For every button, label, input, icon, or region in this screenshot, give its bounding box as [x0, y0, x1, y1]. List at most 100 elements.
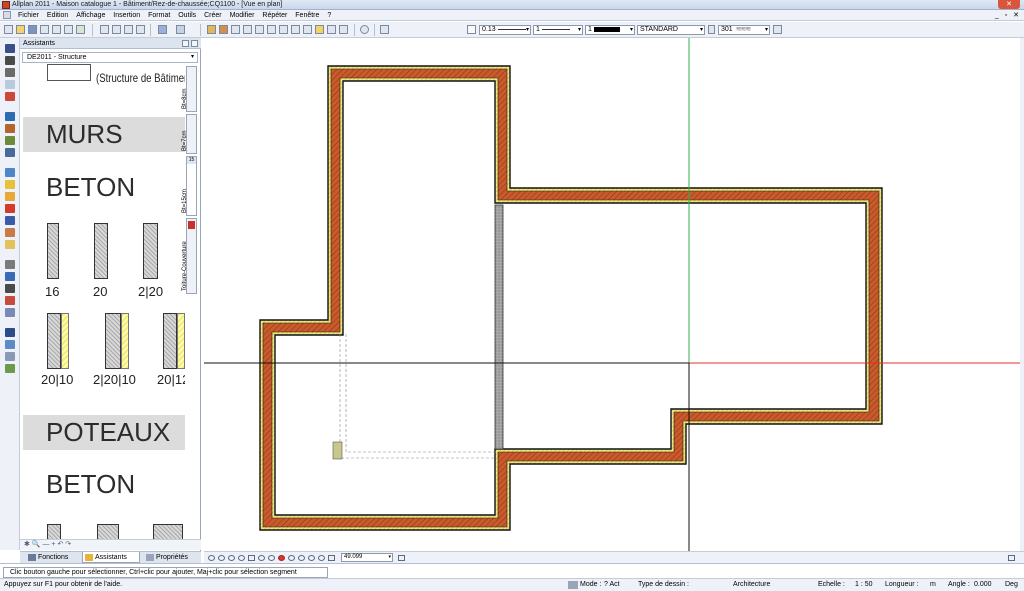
- globe-icon[interactable]: [360, 25, 369, 34]
- previous-view-icon[interactable]: [288, 555, 295, 561]
- print-preview-icon[interactable]: [52, 25, 61, 34]
- cut-icon[interactable]: [100, 25, 109, 34]
- pen-tool-icon[interactable]: [5, 92, 15, 101]
- menu-edition[interactable]: Edition: [44, 10, 71, 21]
- mode-value[interactable]: ? Act: [604, 579, 620, 591]
- panel-close-icon[interactable]: [191, 40, 198, 47]
- wall-2-20-10-thumb[interactable]: [105, 313, 121, 369]
- panel-zoom-controls[interactable]: ✱ 🔍 — + ↶ ↷: [20, 539, 201, 550]
- dimension-tool-icon[interactable]: [5, 68, 15, 77]
- highlight-icon[interactable]: [315, 25, 324, 34]
- menu-fenetre[interactable]: Fenêtre: [292, 10, 322, 21]
- door-tool-icon[interactable]: [5, 228, 15, 237]
- fileset-icon[interactable]: [243, 25, 252, 34]
- drawing-canvas[interactable]: [204, 38, 1020, 551]
- stair-tool-icon[interactable]: [5, 180, 15, 189]
- layers-icon[interactable]: [219, 25, 228, 34]
- menu-modifier[interactable]: Modifier: [227, 10, 258, 21]
- zoom-in-icon[interactable]: [218, 555, 225, 561]
- zoom-icon[interactable]: [380, 25, 389, 34]
- drawing-files-icon[interactable]: [207, 25, 216, 34]
- line-tool-icon[interactable]: [5, 44, 15, 53]
- scale-value[interactable]: 1 : 50: [855, 579, 873, 591]
- clipboard-icon[interactable]: [398, 555, 405, 561]
- measure-tool-icon[interactable]: [5, 328, 15, 337]
- print-icon[interactable]: [40, 25, 49, 34]
- assistant-selector[interactable]: DE2011 - Structure ▾: [22, 52, 198, 63]
- tab-bt-15cm[interactable]: Bt=15cm 15: [182, 156, 197, 216]
- format-properties-icon[interactable]: [773, 25, 782, 34]
- redo-icon[interactable]: [176, 25, 185, 34]
- zoom-window-icon[interactable]: [228, 555, 235, 561]
- wall-20-12-thumb[interactable]: [163, 313, 177, 369]
- next-view-icon[interactable]: [298, 555, 305, 561]
- modify-tool-icon[interactable]: [5, 260, 15, 269]
- pen-thickness-dropdown[interactable]: 0.13 ▾: [479, 25, 531, 35]
- delete-tool-icon[interactable]: [5, 296, 15, 305]
- roof-tool-icon[interactable]: [5, 168, 15, 177]
- query-tool-icon[interactable]: [5, 340, 15, 349]
- sum-tool-icon[interactable]: [5, 352, 15, 361]
- menu-affichage[interactable]: Affichage: [73, 10, 108, 21]
- plan-icon[interactable]: [279, 25, 288, 34]
- tab-assistants[interactable]: Assistants: [82, 552, 140, 563]
- wall-2-20-thumb[interactable]: [143, 223, 158, 279]
- surface-tool-icon[interactable]: [5, 204, 15, 213]
- menu-outils[interactable]: Outils: [175, 10, 199, 21]
- slab-tool-icon[interactable]: [5, 148, 15, 157]
- export-icon[interactable]: [76, 25, 85, 34]
- save-icon[interactable]: [28, 25, 37, 34]
- menu-repeter[interactable]: Répéter: [259, 10, 290, 21]
- zoom-minus-icon[interactable]: [268, 555, 275, 561]
- zoom-scale-dropdown[interactable]: 49.099 ▾: [341, 553, 393, 562]
- length-unit[interactable]: m: [930, 579, 936, 591]
- resources-icon[interactable]: [267, 25, 276, 34]
- menu-format[interactable]: Format: [145, 10, 173, 21]
- mirror-tool-icon[interactable]: [5, 308, 15, 317]
- view-type-icon[interactable]: [328, 555, 335, 561]
- copy-icon[interactable]: [112, 25, 121, 34]
- tab-toiture-couverture[interactable]: Toiture-Couverture: [182, 218, 197, 294]
- opening-tool-icon[interactable]: [5, 136, 15, 145]
- wall-16-thumb[interactable]: [47, 223, 59, 279]
- tab-fonctions[interactable]: Fonctions: [26, 552, 80, 563]
- cube-icon[interactable]: [339, 25, 348, 34]
- eyedropper-icon[interactable]: [467, 25, 476, 34]
- plot-icon[interactable]: [64, 25, 73, 34]
- menu-creer[interactable]: Créer: [201, 10, 225, 21]
- zoom-plus-icon[interactable]: [258, 555, 265, 561]
- redo-view-icon[interactable]: [318, 555, 325, 561]
- pattern-lock-icon[interactable]: [708, 25, 715, 34]
- selected-column-preview[interactable]: [332, 441, 343, 460]
- layout-icon[interactable]: [231, 25, 240, 34]
- hatch-dropdown[interactable]: 301 ≋≋≋ ▾: [718, 25, 770, 35]
- new-file-icon[interactable]: [4, 25, 13, 34]
- window-tile-icon[interactable]: [1008, 555, 1015, 561]
- paste-icon[interactable]: [124, 25, 133, 34]
- window-tool-icon[interactable]: [5, 216, 15, 225]
- menu-fichier[interactable]: Fichier: [15, 10, 42, 21]
- hatch-tool-icon[interactable]: [5, 80, 15, 89]
- menu-help[interactable]: ?: [324, 10, 334, 21]
- copy-tool-icon[interactable]: [5, 272, 15, 281]
- layer-dropdown[interactable]: STANDARD ▾: [637, 25, 705, 35]
- structure-icon[interactable]: [255, 25, 264, 34]
- room-tool-icon[interactable]: [5, 192, 15, 201]
- menu-insertion[interactable]: Insertion: [110, 10, 143, 21]
- format-painter-icon[interactable]: [136, 25, 145, 34]
- column-tool-icon[interactable]: [5, 124, 15, 133]
- undo-view-icon[interactable]: [308, 555, 315, 561]
- open-folder-icon[interactable]: [16, 25, 25, 34]
- view-icon[interactable]: [303, 25, 312, 34]
- interior-concrete-wall[interactable]: [494, 204, 504, 450]
- wall-tool-icon[interactable]: [5, 112, 15, 121]
- undo-icon[interactable]: [158, 25, 167, 34]
- wall-20-10-thumb[interactable]: [47, 313, 61, 369]
- tab-bt-7cm[interactable]: Bt=7cm: [182, 114, 197, 154]
- pan-icon[interactable]: [208, 555, 215, 561]
- pen-color-dropdown[interactable]: 1 ▾: [585, 25, 635, 35]
- mdi-controls[interactable]: _ ▫ ✕: [995, 11, 1021, 19]
- section-icon[interactable]: [327, 25, 336, 34]
- vertical-scrollbar[interactable]: [1020, 38, 1024, 551]
- move-tool-icon[interactable]: [5, 284, 15, 293]
